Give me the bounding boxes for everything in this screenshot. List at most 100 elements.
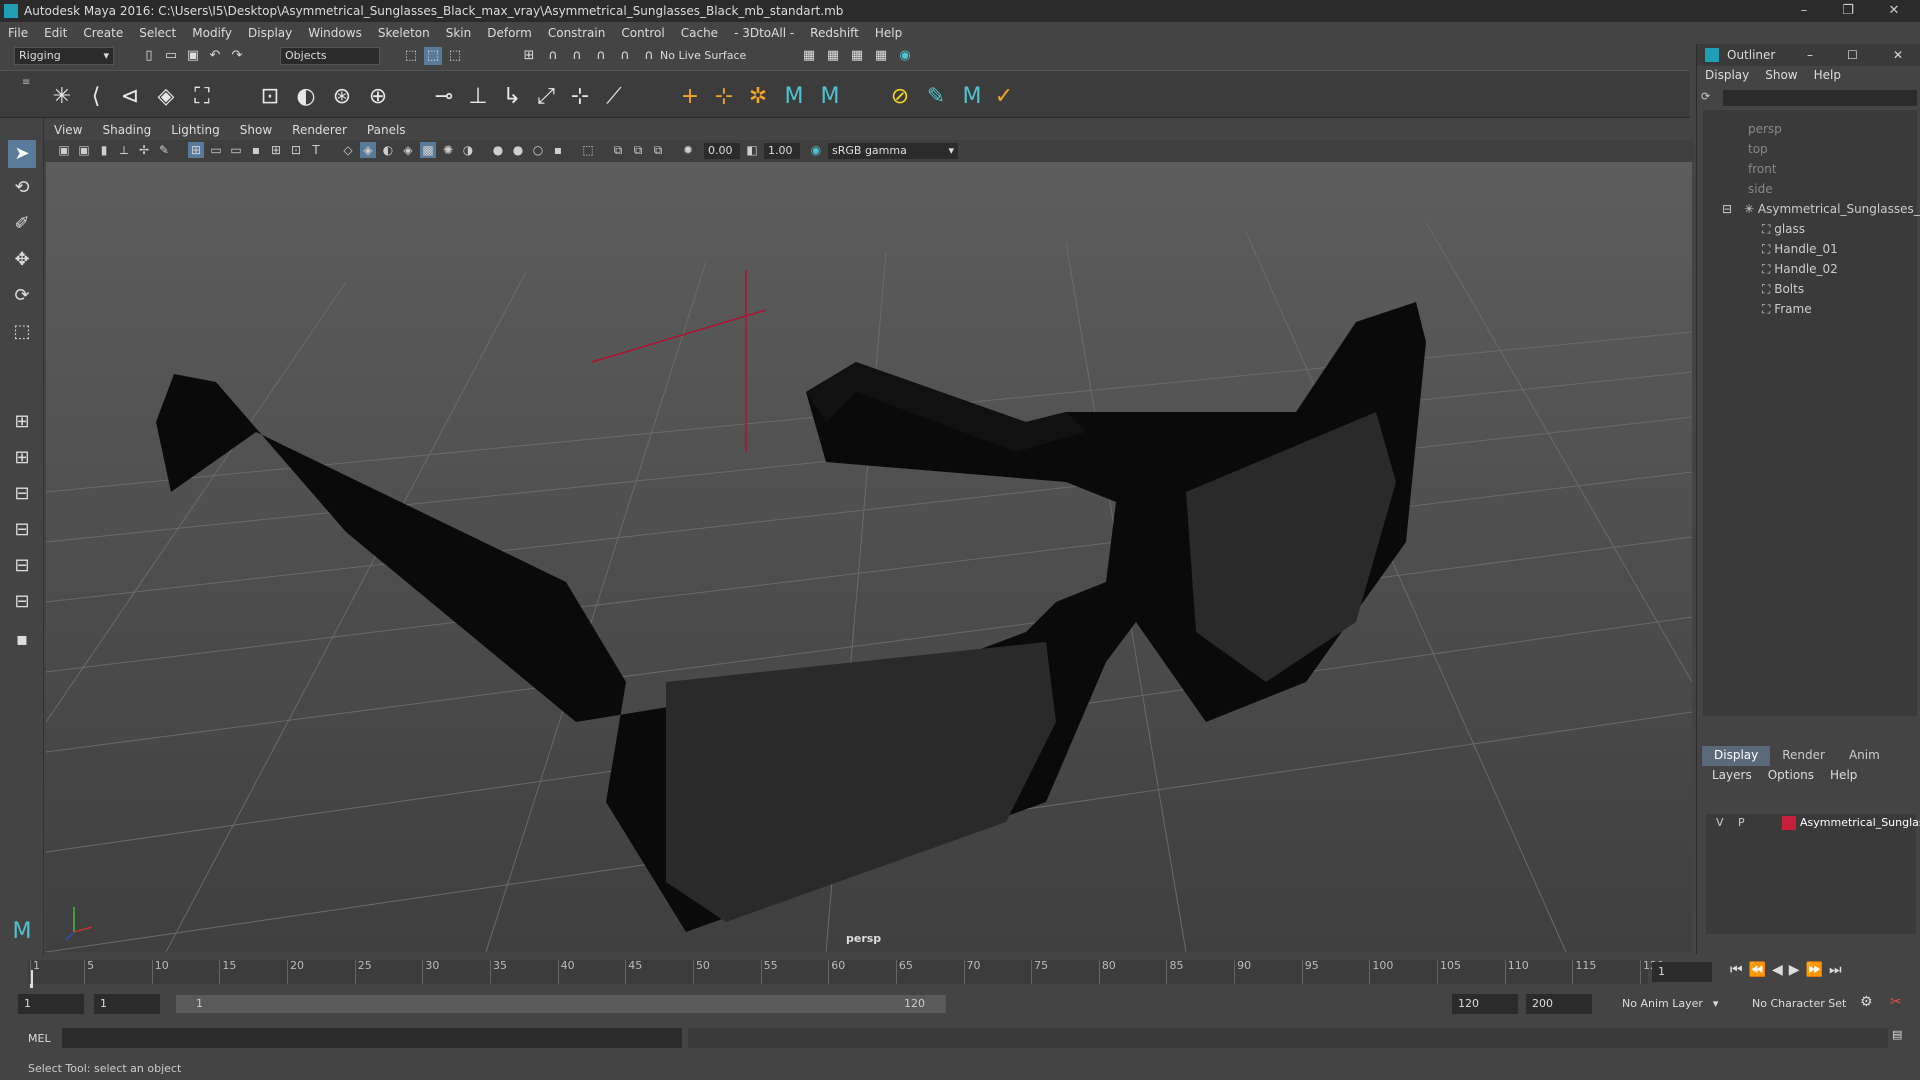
ik-handle-icon[interactable]: ⟨: [82, 83, 110, 111]
ipr-render-icon[interactable]: ▦: [824, 47, 842, 65]
outliner-search-input[interactable]: [1723, 90, 1917, 106]
mocap-icon[interactable]: M: [780, 83, 808, 111]
menu-modify[interactable]: Modify: [184, 26, 240, 40]
use-default-material-icon[interactable]: ◐: [380, 142, 396, 158]
paint-weights-icon[interactable]: ⛶: [188, 83, 216, 111]
menu-cache[interactable]: Cache: [673, 26, 726, 40]
blendshape-icon[interactable]: ⊕: [364, 83, 392, 111]
xray-components-icon[interactable]: ⧉: [650, 142, 666, 158]
script-editor-icon[interactable]: ▤: [1892, 1028, 1912, 1048]
outliner-item-handle02[interactable]: ⛶ Handle_02: [1762, 259, 1838, 279]
tab-display[interactable]: Display: [1702, 746, 1771, 766]
selection-mode-dropdown[interactable]: Objects: [280, 47, 380, 65]
menu-skin[interactable]: Skin: [438, 26, 480, 40]
menu-create[interactable]: Create: [75, 26, 131, 40]
panel-menu-renderer[interactable]: Renderer: [282, 123, 357, 137]
perspective-viewport[interactable]: persp: [46, 162, 1692, 952]
select-tool-icon[interactable]: ➤: [8, 140, 36, 168]
hypershade-layout-icon[interactable]: ⊟: [8, 588, 36, 616]
outliner-item-side[interactable]: side: [1748, 179, 1773, 199]
hypershade-icon[interactable]: ▦: [872, 47, 890, 65]
gamma-icon[interactable]: ◧: [744, 142, 760, 158]
anim-layer-dropdown[interactable]: No Anim Layer ▾: [1622, 994, 1742, 1014]
menu-constrain[interactable]: Constrain: [540, 26, 614, 40]
snap-surface-icon[interactable]: ∩: [616, 47, 634, 65]
menu-help[interactable]: Help: [867, 26, 910, 40]
menu-redshift[interactable]: Redshift: [802, 26, 867, 40]
undo-icon[interactable]: ↶: [206, 47, 224, 65]
open-scene-icon[interactable]: ▭: [162, 47, 180, 65]
camera-select-icon[interactable]: ▣: [56, 142, 72, 158]
menu-control[interactable]: Control: [613, 26, 672, 40]
outliner-refresh-icon[interactable]: ⟳: [1701, 90, 1717, 106]
redo-icon[interactable]: ↷: [228, 47, 246, 65]
grease-pencil-icon[interactable]: ✎: [156, 142, 172, 158]
cluster-icon[interactable]: ⊡: [256, 83, 284, 111]
color-management-icon[interactable]: ◉: [808, 142, 824, 158]
time-slider[interactable]: 1 5 10 15 20 25 30 35 40 45 50 55 60 65 70 75 80 85 90 95 10…: [0, 956, 1920, 988]
outliner-item-bolts[interactable]: ⛶ Bolts: [1762, 279, 1804, 299]
outliner-item-frame[interactable]: ⛶ Frame: [1762, 299, 1812, 319]
minimize-button[interactable]: –: [1786, 0, 1822, 22]
wireframe-on-shaded-icon[interactable]: ◈: [400, 142, 416, 158]
isolate-select-icon[interactable]: ⬚: [580, 142, 596, 158]
scale-tool-icon[interactable]: ⬚: [8, 318, 36, 346]
menu-select[interactable]: Select: [131, 26, 184, 40]
auto-key-icon[interactable]: ⚙: [1860, 994, 1878, 1014]
shelf-options-icon[interactable]: ≡: [22, 77, 34, 113]
menu-3dtoall[interactable]: - 3DtoAll -: [726, 26, 802, 40]
view-transform-dropdown[interactable]: sRGB gamma ▾: [828, 143, 958, 159]
menu-windows[interactable]: Windows: [300, 26, 370, 40]
outliner-item-front[interactable]: front: [1748, 159, 1777, 179]
outliner-item-persp[interactable]: persp: [1748, 119, 1782, 139]
camera-attr-icon[interactable]: ▣: [76, 142, 92, 158]
panel-menu-panels[interactable]: Panels: [357, 123, 416, 137]
menu-file[interactable]: File: [0, 26, 36, 40]
wireframe-icon[interactable]: ◇: [340, 142, 356, 158]
layer-menu-help[interactable]: Help: [1822, 768, 1865, 786]
snap-grid-icon[interactable]: ⊞: [520, 47, 538, 65]
select-object-icon[interactable]: ⬚: [424, 47, 442, 65]
select-hierarchy-icon[interactable]: ⬚: [402, 47, 420, 65]
graph-icon[interactable]: M: [958, 83, 986, 111]
render-globe-icon[interactable]: ◉: [896, 47, 914, 65]
field-chart-icon[interactable]: ⊞: [268, 142, 284, 158]
safe-title-icon[interactable]: T: [308, 142, 324, 158]
restore-button[interactable]: ❐: [1830, 0, 1866, 22]
playback-controls[interactable]: ⏮⏪◀▶⏩⏭: [1730, 962, 1910, 982]
motion-blur-icon[interactable]: ●: [510, 142, 526, 158]
textured-icon[interactable]: ▩: [420, 142, 436, 158]
scale-constraint-icon[interactable]: ⤢: [532, 83, 560, 111]
layout-more-icon[interactable]: ▪: [8, 626, 36, 654]
checkmark-icon[interactable]: ✓: [990, 83, 1018, 111]
layer-playback-toggle[interactable]: P: [1738, 816, 1745, 829]
grid-icon[interactable]: ⊞: [188, 142, 204, 158]
outliner-close-button[interactable]: ✕: [1893, 44, 1903, 66]
four-view-layout-icon[interactable]: ⊞: [8, 444, 36, 472]
safe-action-icon[interactable]: ⊡: [288, 142, 304, 158]
shadows-icon[interactable]: ◑: [460, 142, 476, 158]
key-tool-icon[interactable]: ✎: [922, 83, 950, 111]
close-button[interactable]: ✕: [1876, 0, 1912, 22]
gate-mask-icon[interactable]: ▪: [248, 142, 264, 158]
end-time-field[interactable]: 200: [1526, 994, 1592, 1014]
locator-icon[interactable]: +: [676, 83, 704, 111]
ambient-occlusion-icon[interactable]: ●: [490, 142, 506, 158]
start-time-field[interactable]: 1: [18, 994, 84, 1014]
layer-menu-options[interactable]: Options: [1760, 768, 1822, 786]
script-language-label[interactable]: MEL: [28, 1032, 51, 1045]
render-current-icon[interactable]: ▦: [800, 47, 818, 65]
playback-end-field[interactable]: 120: [1452, 994, 1518, 1014]
ik-spline-icon[interactable]: ⊲: [116, 83, 144, 111]
range-slider-bar[interactable]: 1 120: [176, 995, 946, 1013]
exposure-field[interactable]: 0.00: [704, 143, 740, 159]
menu-edit[interactable]: Edit: [36, 26, 75, 40]
menuset-dropdown[interactable]: Rigging ▾: [14, 47, 114, 65]
tab-anim[interactable]: Anim: [1837, 746, 1892, 766]
two-view-layout-icon[interactable]: ⊟: [8, 480, 36, 508]
outliner-item-root[interactable]: ✳ Asymmetrical_Sunglasses_Bl: [1744, 199, 1920, 219]
parent-constraint-icon[interactable]: ⊸: [430, 83, 458, 111]
bookmark-icon[interactable]: ▮: [96, 142, 112, 158]
rotate-tool-icon[interactable]: ⟳: [8, 282, 36, 310]
anti-alias-icon[interactable]: ○: [530, 142, 546, 158]
